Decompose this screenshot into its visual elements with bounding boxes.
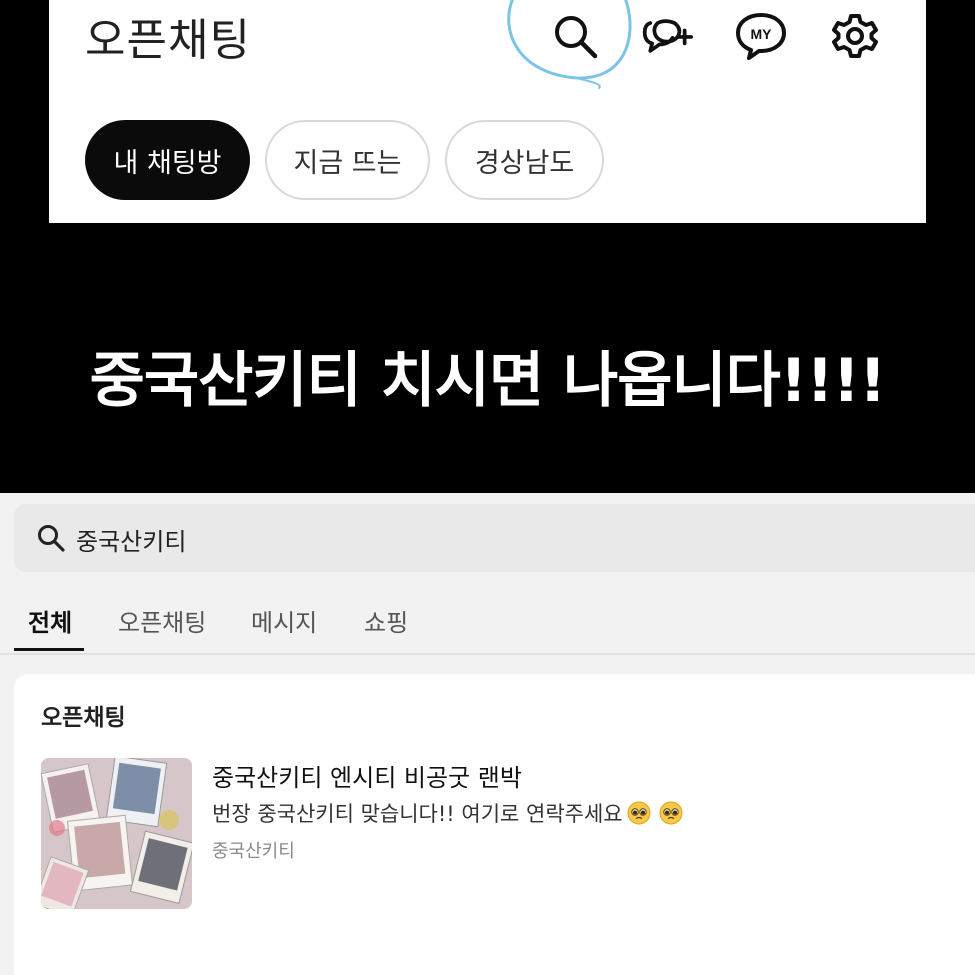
tab-all[interactable]: 전체 (28, 587, 72, 653)
search-results-screen: 중국산키티 전체 오픈채팅 메시지 쇼핑 오픈채팅 중국산키티 엔시티 비공굿 … (0, 493, 975, 975)
my-icon: MY (736, 13, 786, 60)
tab-label: 메시지 (251, 608, 318, 637)
tab-label: 쇼핑 (364, 608, 409, 637)
tab-messages[interactable]: 메시지 (251, 587, 317, 653)
tab-label: 전체 (28, 608, 73, 637)
search-input[interactable]: 중국산키티 (14, 504, 975, 572)
settings-button[interactable] (829, 10, 881, 62)
result-section-open-chat: 오픈채팅 중국산키티 엔시티 비공굿 랜박 번장 중국산키티 맞습니다!! 여기… (14, 674, 975, 975)
tab-open-chat[interactable]: 오픈채팅 (118, 587, 206, 653)
new-chat-button[interactable] (641, 10, 693, 62)
banner-caption: 중국산키티 치시면 나옵니다!!!! (89, 346, 887, 416)
chip-label: 내 채팅방 (113, 147, 222, 179)
search-button[interactable] (549, 10, 601, 62)
chip-label: 지금 뜨는 (293, 147, 402, 179)
search-icon (36, 523, 66, 553)
tab-label: 오픈채팅 (118, 608, 207, 637)
section-title: 오픈채팅 (41, 705, 126, 731)
search-query: 중국산키티 (76, 528, 187, 556)
tab-shopping[interactable]: 쇼핑 (364, 587, 408, 653)
new-chat-icon (642, 19, 693, 53)
search-icon (555, 16, 598, 59)
chip-region[interactable]: 경상남도 (445, 120, 604, 200)
room-description: 번장 중국산키티 맞습니다!! 여기로 연락주세요 (212, 798, 683, 828)
active-tab-indicator (14, 648, 84, 651)
gear-icon (832, 14, 878, 58)
chip-my-chatrooms[interactable]: 내 채팅방 (85, 120, 250, 200)
chip-trending[interactable]: 지금 뜨는 (265, 120, 430, 200)
page-title: 오픈채팅 (85, 15, 251, 66)
pleading-face-icon (659, 801, 683, 825)
open-chat-header: 오픈채팅 MY 내 채팅방 지금 뜨는 경상남도 (49, 0, 926, 223)
result-tabs: 전체 오픈채팅 메시지 쇼핑 (0, 587, 975, 655)
room-description-text: 번장 중국산키티 맞습니다!! 여기로 연락주세요 (212, 802, 623, 826)
pleading-face-icon (627, 801, 651, 825)
my-button[interactable]: MY (735, 10, 787, 62)
room-thumbnail[interactable] (41, 758, 192, 909)
chip-label: 경상남도 (474, 147, 575, 179)
my-label: MY (751, 26, 773, 42)
room-hashtag: 중국산키티 (212, 841, 295, 862)
room-title[interactable]: 중국산키티 엔시티 비공굿 랜박 (212, 758, 522, 793)
